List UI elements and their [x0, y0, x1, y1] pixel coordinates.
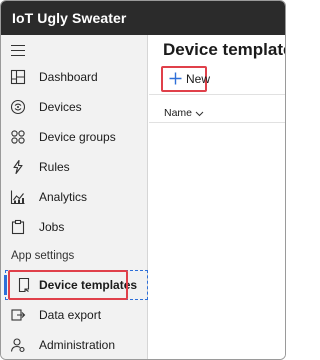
page-title: Device templates	[163, 40, 285, 59]
dashboard-icon	[10, 69, 26, 85]
section-heading-app-settings: App settings	[11, 250, 75, 262]
main-content: Device templates New Name	[149, 35, 285, 359]
sidebar-item-label: Data export	[39, 308, 102, 322]
plus-icon	[169, 72, 182, 85]
new-button-label: New	[186, 72, 211, 86]
sidebar-item-label: Administration	[39, 338, 116, 352]
rules-icon	[13, 159, 23, 175]
chevron-down-icon	[195, 111, 204, 116]
app-title: IoT Ugly Sweater	[12, 10, 127, 26]
sidebar-item-dashboard[interactable]: Dashboard	[1, 62, 148, 92]
analytics-icon	[10, 190, 25, 205]
devices-icon	[10, 99, 26, 115]
data-export-icon	[11, 309, 26, 321]
column-header-label: Name	[164, 107, 193, 119]
sidebar-item-analytics[interactable]: Analytics	[1, 182, 148, 212]
new-template-button[interactable]: New	[161, 66, 211, 92]
sidebar-item-label: Rules	[39, 160, 70, 174]
sidebar-item-jobs[interactable]: Jobs	[1, 212, 148, 242]
administration-icon	[10, 338, 25, 353]
column-header-name[interactable]: Name	[164, 107, 204, 119]
sidebar: Dashboard Devices Device groups Rules An…	[1, 35, 148, 359]
sidebar-item-label: Jobs	[39, 220, 65, 234]
sidebar-item-label: Analytics	[39, 190, 88, 204]
table-header-divider	[149, 122, 285, 123]
sidebar-item-rules[interactable]: Rules	[1, 152, 148, 182]
sidebar-item-label: Dashboard	[39, 70, 98, 84]
device-groups-icon	[11, 130, 25, 144]
hamburger-menu-icon[interactable]	[11, 45, 25, 57]
sidebar-item-label: Device groups	[39, 130, 116, 144]
sidebar-item-data-export[interactable]: Data export	[1, 300, 148, 330]
sidebar-item-administration[interactable]: Administration	[1, 330, 148, 359]
sidebar-item-device-groups[interactable]: Device groups	[1, 122, 148, 152]
highlight-box	[8, 270, 128, 300]
sidebar-item-devices[interactable]: Devices	[1, 92, 148, 122]
toolbar: New	[149, 63, 285, 95]
sidebar-item-label: Devices	[39, 100, 82, 114]
top-bar: IoT Ugly Sweater	[1, 1, 285, 35]
jobs-icon	[11, 219, 25, 235]
app-window: IoT Ugly Sweater Dashboard Devices Devic…	[0, 0, 286, 360]
